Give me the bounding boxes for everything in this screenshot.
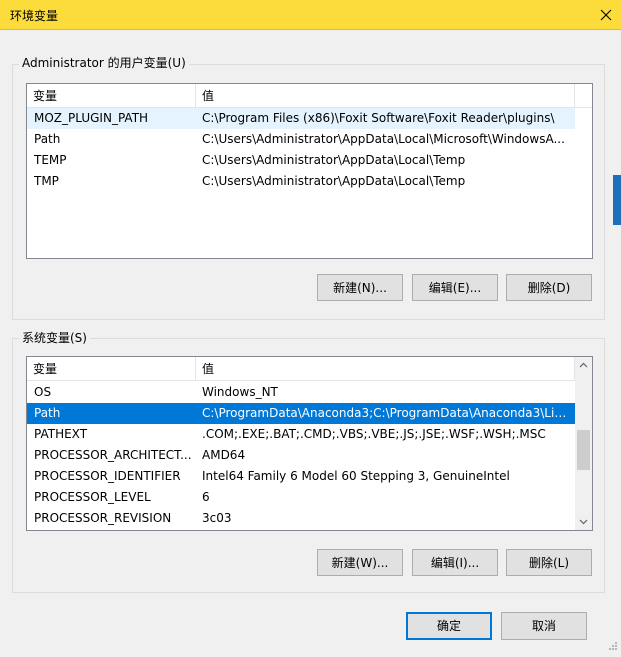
resize-grip-icon[interactable] <box>608 640 618 654</box>
system-delete-button[interactable]: 删除(L) <box>506 549 592 576</box>
system-var-name: PROCESSOR_REVISION <box>34 511 172 525</box>
cancel-button[interactable]: 取消 <box>501 612 587 640</box>
system-var-name: OS <box>34 385 52 399</box>
system-var-value: C:\ProgramData\Anaconda3;C:\ProgramData\… <box>202 406 572 420</box>
system-var-row[interactable]: PROCESSOR_ARCHITECT... AMD64 <box>27 445 575 466</box>
user-list-header: 变量 值 <box>27 84 592 108</box>
system-var-name: PROCESSOR_ARCHITECT... <box>34 448 192 462</box>
close-icon <box>600 9 612 21</box>
user-var-value: C:\Users\Administrator\AppData\Local\Tem… <box>202 174 466 188</box>
user-new-button[interactable]: 新建(N)... <box>317 274 403 301</box>
system-list-scrollbar[interactable] <box>575 357 592 530</box>
user-col-value-header[interactable]: 值 <box>196 84 575 108</box>
user-variables-label: Administrator 的用户变量(U) <box>19 56 189 70</box>
system-var-row[interactable]: PATHEXT .COM;.EXE;.BAT;.CMD;.VBS;.VBE;.J… <box>27 424 575 445</box>
system-new-button[interactable]: 新建(W)... <box>317 549 403 576</box>
user-var-name: TEMP <box>34 153 67 167</box>
system-col-name-header[interactable]: 变量 <box>27 357 196 381</box>
user-var-name: Path <box>34 132 61 146</box>
system-var-value: 6 <box>202 490 210 504</box>
background-window-edge <box>613 175 621 225</box>
user-var-row[interactable]: Path C:\Users\Administrator\AppData\Loca… <box>27 129 575 150</box>
system-variables-list[interactable]: 变量 值 OS Windows_NT Path C:\ProgramData\A… <box>26 356 593 531</box>
user-var-name: TMP <box>34 174 59 188</box>
user-var-value: C:\Program Files (x86)\Foxit Software\Fo… <box>202 111 555 125</box>
chevron-up-icon <box>579 362 588 368</box>
user-var-value: C:\Users\Administrator\AppData\Local\Mic… <box>202 132 565 146</box>
window-title: 环境变量 <box>10 9 59 23</box>
system-var-row-selected[interactable]: Path C:\ProgramData\Anaconda3;C:\Program… <box>27 403 575 424</box>
user-delete-button[interactable]: 删除(D) <box>506 274 592 301</box>
user-col-name-header[interactable]: 变量 <box>27 84 196 108</box>
scroll-up-button[interactable] <box>575 357 592 374</box>
close-button[interactable] <box>591 0 621 30</box>
system-var-value: Intel64 Family 6 Model 60 Stepping 3, Ge… <box>202 469 510 483</box>
system-var-row[interactable]: PROCESSOR_LEVEL 6 <box>27 487 575 508</box>
system-col-value-header[interactable]: 值 <box>196 357 575 381</box>
system-var-name: PATHEXT <box>34 427 88 441</box>
system-var-name: PROCESSOR_IDENTIFIER <box>34 469 181 483</box>
system-var-name: Path <box>34 406 61 420</box>
user-variables-list[interactable]: 变量 值 MOZ_PLUGIN_PATH C:\Program Files (x… <box>26 83 593 259</box>
ok-button[interactable]: 确定 <box>406 612 492 640</box>
system-variables-label: 系统变量(S) <box>19 331 90 345</box>
environment-variables-dialog: 环境变量 Administrator 的用户变量(U) 变量 值 MOZ_PLU… <box>0 0 621 657</box>
system-var-name: PROCESSOR_LEVEL <box>34 490 151 504</box>
user-edit-button[interactable]: 编辑(E)... <box>412 274 498 301</box>
user-var-name: MOZ_PLUGIN_PATH <box>34 111 149 125</box>
scroll-thumb[interactable] <box>577 430 590 470</box>
user-var-row[interactable]: TMP C:\Users\Administrator\AppData\Local… <box>27 171 575 192</box>
system-var-row[interactable]: PROCESSOR_REVISION 3c03 <box>27 508 575 529</box>
system-list-header: 变量 值 <box>27 357 575 381</box>
system-var-value: .COM;.EXE;.BAT;.CMD;.VBS;.VBE;.JS;.JSE;.… <box>202 427 546 441</box>
user-var-value: C:\Users\Administrator\AppData\Local\Tem… <box>202 153 466 167</box>
user-var-row[interactable]: TEMP C:\Users\Administrator\AppData\Loca… <box>27 150 575 171</box>
chevron-down-icon <box>579 519 588 525</box>
system-var-value: 3c03 <box>202 511 232 525</box>
system-var-value: AMD64 <box>202 448 246 462</box>
system-edit-button[interactable]: 编辑(I)... <box>412 549 498 576</box>
title-bar: 环境变量 <box>0 0 621 30</box>
system-var-value: Windows_NT <box>202 385 278 399</box>
scroll-down-button[interactable] <box>575 513 592 530</box>
user-var-row[interactable]: MOZ_PLUGIN_PATH C:\Program Files (x86)\F… <box>27 108 575 129</box>
system-var-row[interactable]: PROCESSOR_IDENTIFIER Intel64 Family 6 Mo… <box>27 466 575 487</box>
system-var-row[interactable]: OS Windows_NT <box>27 382 575 403</box>
